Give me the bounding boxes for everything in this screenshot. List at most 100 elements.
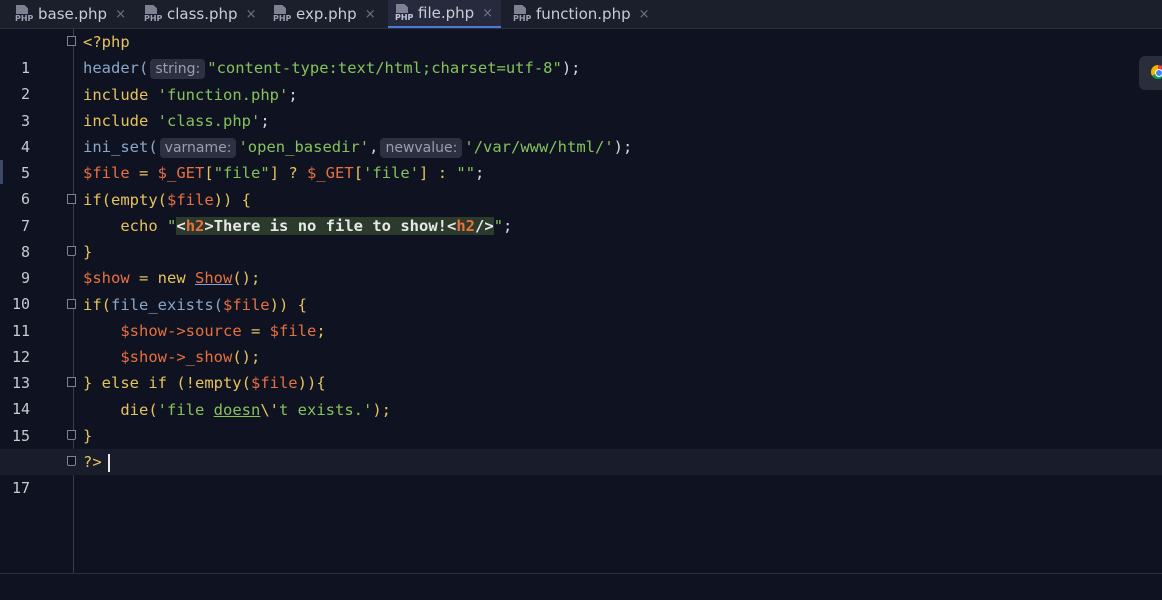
code-token: ->source [167, 322, 242, 340]
code-token: echo [120, 217, 167, 235]
fold-end-icon[interactable] [67, 430, 76, 440]
code-token: '/var/www/html/' [464, 138, 614, 156]
code-token: include [83, 112, 149, 130]
code-token: ; [316, 322, 326, 340]
code-line[interactable]: 14 } else if (!empty($file)){ [0, 370, 1162, 418]
php-file-icon: PHP [272, 5, 293, 23]
code-token: " [167, 217, 177, 235]
parameter-hint: newvalue: [380, 138, 463, 158]
code-token: ->_show [167, 348, 233, 366]
fold-icon[interactable] [67, 377, 76, 387]
code-token: 'function.php' [157, 86, 289, 104]
parameter-hint: varname: [159, 138, 237, 158]
code-token: , [369, 138, 379, 156]
code-token: [ [204, 164, 214, 182]
code-line[interactable]: 7 if(empty($file)) { [0, 187, 1162, 235]
code-token: ; [288, 86, 298, 104]
text-caret [107, 453, 110, 472]
code-token: header( [83, 59, 149, 77]
tab-class-php[interactable]: PHP class.php × [143, 0, 256, 28]
code-token: $_GET [157, 164, 205, 182]
code-line[interactable]: 11 if(file_exists($file)) { [0, 292, 1162, 340]
code-token: ; [503, 217, 513, 235]
tab-label: base.php [38, 5, 108, 23]
close-icon[interactable]: × [365, 7, 376, 22]
code-token: $show [120, 348, 167, 366]
code-token: if(empty( [83, 191, 167, 209]
code-token: $file [83, 164, 130, 182]
parameter-hint: string: [150, 59, 206, 79]
injected-html-highlight: <h2>There is no file to show!<h2/> [176, 217, 494, 235]
tab-file-php[interactable]: PHP file.php × [388, 0, 502, 28]
open-in-browser-button[interactable] [1139, 56, 1162, 90]
code-token: $_GET [307, 164, 354, 182]
code-token: t exists.' [279, 401, 373, 419]
code-token: )) { [269, 296, 307, 314]
code-token: < [176, 217, 186, 235]
close-icon[interactable]: × [482, 6, 493, 21]
code-line[interactable]: 2 header(string: "content-type:text/html;… [0, 55, 1162, 103]
code-token: \' [260, 401, 279, 419]
code-token: ] ? [269, 164, 308, 182]
code-token: die( [120, 401, 158, 419]
close-icon[interactable]: × [639, 7, 650, 22]
code-token: 'file [157, 401, 214, 419]
tab-function-php[interactable]: PHP function.php × [512, 0, 650, 28]
typo-underline: doesn [213, 401, 261, 419]
bottom-panel-strip [0, 573, 1162, 600]
php-file-icon: PHP [394, 4, 415, 22]
code-token: ); [372, 401, 391, 419]
code-line[interactable]: 12 $show->source = $file; [0, 318, 1162, 366]
code-token: 'open_basedir' [238, 138, 370, 156]
code-token: = [129, 164, 158, 182]
fold-end-icon[interactable] [67, 456, 76, 466]
fold-end-icon[interactable] [67, 246, 76, 256]
code-token: = [129, 269, 158, 287]
fold-icon[interactable] [67, 299, 76, 309]
code-line[interactable]: 4 include 'class.php'; [0, 108, 1162, 156]
code-token: /> [475, 217, 494, 235]
line-number: 17 [11, 479, 30, 497]
code-token: } else if (!empty( [83, 374, 251, 392]
php-file-icon: PHP [14, 5, 35, 23]
code-token: ini_set( [83, 138, 158, 156]
code-line[interactable]: 15 die('file doesn\'t exists.'); [0, 397, 1162, 445]
code-token: include [83, 86, 149, 104]
code-token: < [447, 217, 457, 235]
code-line[interactable]: 8 echo "<h2>There is no file to show!<h2… [0, 213, 1162, 261]
code-token: "" [456, 164, 476, 182]
code-line[interactable]: 3 include 'function.php'; [0, 82, 1162, 130]
code-token: if( [83, 296, 111, 314]
tab-label: function.php [536, 5, 631, 23]
code-token: new [157, 269, 195, 287]
code-line[interactable]: 5 ini_set(varname:'open_basedir', newvalu… [0, 134, 1162, 182]
code-token: 'file' [363, 164, 420, 182]
code-token: ; [475, 164, 485, 182]
close-icon[interactable]: × [246, 7, 257, 22]
code-line[interactable]: 9 } [0, 239, 1162, 287]
fold-icon[interactable] [67, 36, 76, 46]
code-line[interactable]: 16 } [0, 423, 1162, 471]
code-token: > [204, 217, 214, 235]
code-token: } [83, 243, 93, 261]
code-line-current[interactable]: 17 ?> [0, 449, 1162, 497]
code-line[interactable]: 10 $show = new Show(); [0, 265, 1162, 313]
code-token: ] : [419, 164, 457, 182]
code-line[interactable]: 1 <?php [0, 29, 1162, 77]
tab-base-php[interactable]: PHP base.php × [14, 0, 126, 28]
php-close-tag: ?> [83, 453, 102, 471]
html-tag: h2 [185, 217, 205, 235]
code-token: $file [250, 374, 298, 392]
tab-exp-php[interactable]: PHP exp.php × [272, 0, 376, 28]
code-line[interactable]: 6 $file = $_GET["file"] ? $_GET['file'] … [0, 160, 1162, 208]
code-token: file_exists( [111, 296, 223, 314]
code-token: [ [353, 164, 364, 182]
tab-label: exp.php [296, 5, 357, 23]
code-token: 'class.php' [157, 112, 261, 130]
close-icon[interactable]: × [115, 7, 126, 22]
code-token: $show [83, 269, 130, 287]
code-token: $file [222, 296, 270, 314]
fold-icon[interactable] [67, 194, 76, 204]
tab-label: file.php [418, 4, 475, 22]
code-line[interactable]: 13 $show->_show(); [0, 344, 1162, 392]
